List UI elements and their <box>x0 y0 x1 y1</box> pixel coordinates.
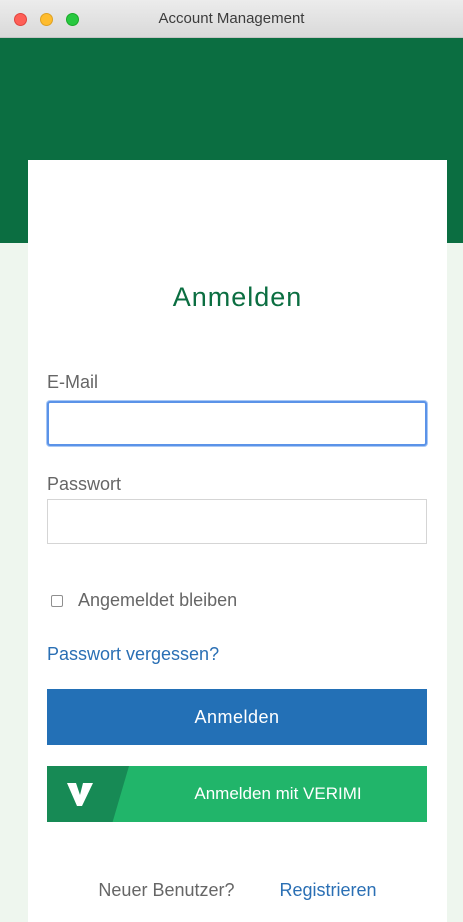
remember-me-checkbox[interactable] <box>51 594 63 607</box>
email-field[interactable] <box>47 401 427 446</box>
forgot-password-link[interactable]: Passwort vergessen? <box>47 644 219 665</box>
remember-me-row[interactable]: Angemeldet bleiben <box>51 590 237 611</box>
email-label: E-Mail <box>47 372 99 392</box>
window-title: Account Management <box>158 10 305 27</box>
remember-me-label[interactable]: Angemeldet bleiben <box>78 590 237 611</box>
password-field[interactable] <box>47 499 427 544</box>
login-button[interactable]: Anmelden <box>47 689 427 745</box>
login-card: Anmelden E-Mail Passwort Angemeldet blei… <box>28 160 447 922</box>
verimi-login-button[interactable]: Anmelden mit VERIMI <box>47 766 427 822</box>
new-user-text: Neuer Benutzer? <box>98 880 235 900</box>
register-footer: Neuer Benutzer? Registrieren <box>28 880 447 901</box>
app-window: Account Management Anmelden E-Mail Passw… <box>0 0 463 922</box>
verimi-logo-icon <box>67 783 93 806</box>
page-title: Anmelden <box>172 282 303 312</box>
window-titlebar[interactable]: Account Management <box>0 0 463 38</box>
password-label: Passwort <box>47 474 122 494</box>
verimi-button-label: Anmelden mit VERIMI <box>194 784 362 803</box>
register-link[interactable]: Registrieren <box>280 880 377 900</box>
